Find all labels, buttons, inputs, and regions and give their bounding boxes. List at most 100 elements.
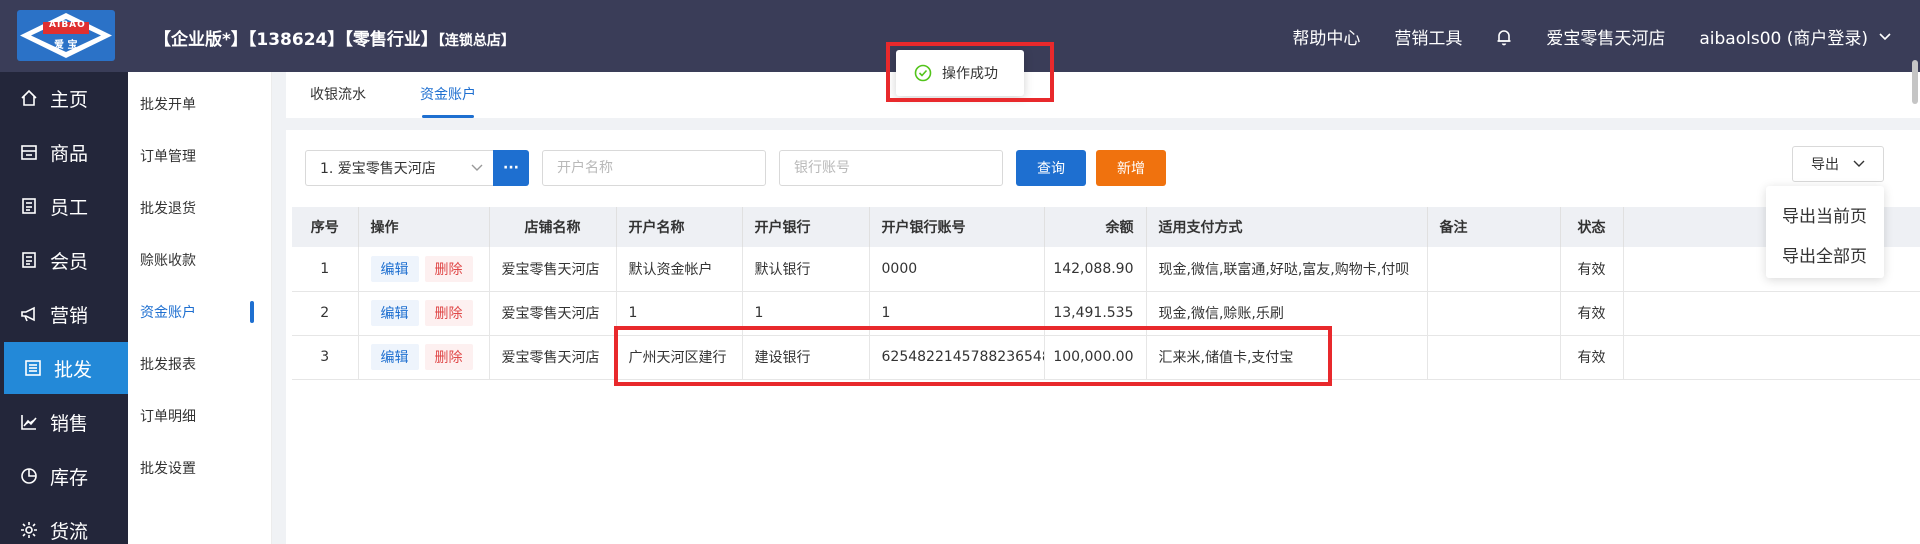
cell-status: 有效 [1560,291,1624,336]
account-name-input[interactable] [542,150,766,186]
bank-account-input[interactable] [779,150,1003,186]
main-sidebar: 主页 商品 员工 会员 营销 批发 销售 库存 货流 [0,72,128,544]
sidebar-item-marketing[interactable]: 营销 [0,288,128,340]
query-button[interactable]: 查询 [1016,150,1086,186]
flow-icon [21,522,37,538]
sidebar-item-wholesale[interactable]: 批发 [4,342,128,394]
submenu-item-wholesale-settings[interactable]: 批发设置 [140,448,260,488]
sidebar-label: 营销 [50,304,89,327]
column-header-actions: 操作 [358,207,490,247]
delete-button[interactable]: 删除 [424,300,473,326]
cell-account-name: 默认资金帐户 [616,247,743,292]
sidebar-item-flow[interactable]: 货流 [0,504,128,544]
header-right: 帮助中心 营销工具 爱宝零售天河店 aibaols00 (商户登录) [1292,24,1892,49]
sidebar-label: 商品 [50,142,89,165]
wholesale-submenu: 批发开单 订单管理 批发退货 赊账收款 资金账户 批发报表 订单明细 批发设置 [128,72,272,544]
sidebar-item-staff[interactable]: 员工 [0,180,128,232]
delete-button[interactable]: 删除 [424,255,473,282]
column-header-status: 状态 [1560,207,1624,247]
cell-status: 有效 [1560,335,1624,380]
submenu-item-order-management[interactable]: 订单管理 [140,136,260,176]
tab-cashier-flow[interactable]: 收银流水 [310,84,366,118]
pie-icon [21,468,37,484]
column-header-account-no: 开户银行账号 [869,207,1045,247]
user-menu[interactable]: aibaols00 (商户登录) [1699,24,1892,49]
aibao-logo[interactable]: AIBAO 爱 宝 [17,10,115,61]
cell-actions: 编辑 删除 [358,291,490,336]
chart-icon [21,415,37,430]
sidebar-item-inventory[interactable]: 库存 [0,450,128,502]
cell-store: 爱宝零售天河店 [489,291,617,336]
sidebar-item-goods[interactable]: 商品 [0,126,128,178]
cell-account-no: 0000 [869,247,1045,292]
megaphone-icon [21,306,35,322]
cell-filler [1623,291,1920,336]
column-header-payments: 适用支付方式 [1146,207,1428,247]
sidebar-label: 会员 [50,250,89,273]
submenu-item-wholesale-report[interactable]: 批发报表 [140,344,260,384]
cell-filler [1623,335,1920,380]
cell-store: 爱宝零售天河店 [489,335,617,380]
add-button[interactable]: 新增 [1096,150,1166,186]
submenu-item-fund-account[interactable]: 资金账户 [140,292,260,332]
delete-button[interactable]: 删除 [424,344,473,370]
submenu-item-wholesale-order[interactable]: 批发开单 [140,84,260,124]
store-select-value: 1. 爱宝零售天河店 [320,161,436,177]
cell-status: 有效 [1560,247,1624,292]
sidebar-item-member[interactable]: 会员 [0,234,128,286]
tab-bar: 收银流水 资金账户 [286,72,1920,118]
table-row: 1 编辑 删除 爱宝零售天河店 默认资金帐户 默认银行 0000 142,088.… [292,247,1920,292]
user-name: aibaols00 (商户登录) [1699,29,1868,49]
table-header-row: 序号 操作 店铺名称 开户名称 开户银行 开户银行账号 余额 适用支付方式 备注… [292,207,1920,247]
logo-text-top: AIBAO [49,20,86,30]
column-header-bank: 开户银行 [742,207,870,247]
export-button[interactable]: 导出 [1792,146,1884,182]
row-highlight-box [614,326,1332,386]
chevron-down-icon [1853,160,1865,167]
title-sub: 【连锁总店】 [437,33,515,49]
cell-remark [1427,291,1561,336]
store-name[interactable]: 爱宝零售天河店 [1546,24,1665,49]
active-indicator [250,301,254,323]
edit-button[interactable]: 编辑 [370,255,419,282]
help-center-link[interactable]: 帮助中心 [1292,24,1360,49]
marketing-tools-link[interactable]: 营销工具 [1394,24,1462,49]
scrollbar[interactable] [1912,60,1918,104]
column-header-account-name: 开户名称 [616,207,743,247]
cell-bank: 默认银行 [742,247,870,292]
cell-actions: 编辑 删除 [358,247,490,292]
staff-icon [22,198,36,214]
cell-actions: 编辑 删除 [358,335,490,380]
tab-fund-account[interactable]: 资金账户 [420,84,476,118]
chevron-down-icon [471,164,483,171]
edit-button[interactable]: 编辑 [370,300,419,326]
store-select[interactable]: 1. 爱宝零售天河店 [305,150,493,186]
wholesale-icon [25,360,41,376]
goods-icon [21,145,37,160]
toast-highlight-box [886,42,1054,102]
cell-remark [1427,247,1561,292]
column-header-remark: 备注 [1427,207,1561,247]
sidebar-label: 库存 [50,466,89,489]
member-icon [22,252,36,268]
column-header-store: 店铺名称 [489,207,617,247]
submenu-item-wholesale-return[interactable]: 批发退货 [140,188,260,228]
export-dropdown-menu: 导出当前页 导出全部页 [1766,186,1884,278]
page-title: 【企业版*】【138624】【零售行业】【连锁总店】 [154,25,515,50]
cell-no: 2 [292,291,359,336]
sidebar-label: 批发 [54,358,93,381]
store-more-button[interactable]: ··· [493,150,529,186]
export-current-page-item[interactable]: 导出当前页 [1782,202,1867,227]
submenu-label: 资金账户 [140,305,196,321]
bell-icon[interactable] [1496,28,1512,46]
export-all-pages-item[interactable]: 导出全部页 [1782,242,1867,267]
edit-button[interactable]: 编辑 [370,344,419,370]
sidebar-item-sales[interactable]: 销售 [0,396,128,448]
cell-no: 3 [292,335,359,380]
submenu-item-credit-collection[interactable]: 赊账收款 [140,240,260,280]
submenu-item-order-detail[interactable]: 订单明细 [140,396,260,436]
home-icon [21,89,37,106]
chevron-down-icon [1879,32,1891,40]
sidebar-item-home[interactable]: 主页 [0,72,128,124]
sidebar-label: 销售 [50,412,89,435]
